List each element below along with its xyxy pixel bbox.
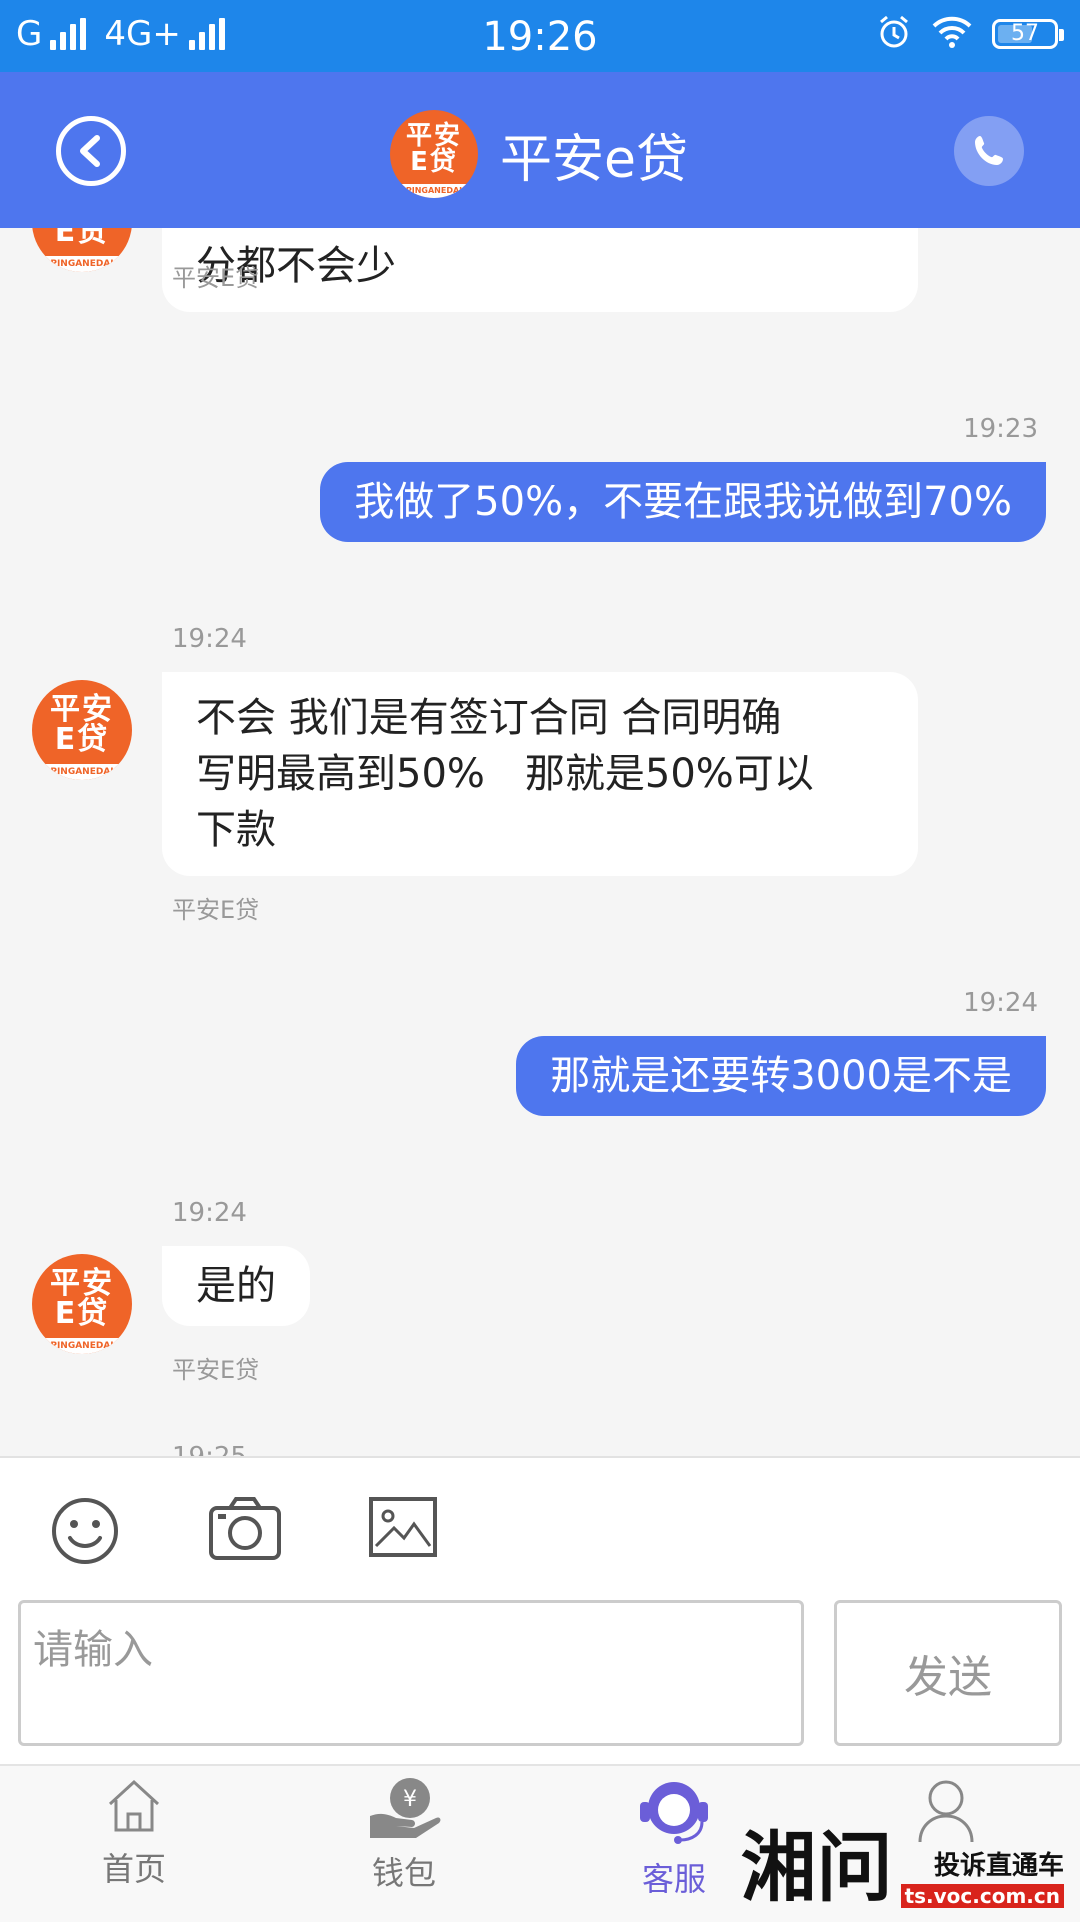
incoming-message-bubble[interactable]: 是的 xyxy=(162,1246,310,1326)
battery-level: 57 xyxy=(1011,21,1039,46)
wifi-icon xyxy=(932,16,972,52)
message-time: 19:23 xyxy=(963,414,1038,444)
back-button[interactable] xyxy=(56,116,126,186)
sender-name: 平安E贷 xyxy=(172,896,260,924)
outgoing-message-bubble[interactable]: 我做了50%，不要在跟我说做到70% xyxy=(320,462,1046,542)
chat-messages[interactable]: 平安 E贷 PINGANEDAI 分都不会少 平安E贷 19:23 我做了50%… xyxy=(0,228,1080,1456)
message-time: 19:24 xyxy=(172,1198,247,1228)
sender-name: 平安E贷 xyxy=(172,264,260,292)
tab-label: 首页 xyxy=(101,1850,166,1888)
sender-name: 平安E贷 xyxy=(172,1356,260,1384)
tab-home[interactable]: 首页 xyxy=(54,1776,214,1890)
chat-header: 平安 E贷 PINGANEDAI 平安e贷 xyxy=(0,72,1080,228)
battery-icon: 57 xyxy=(992,19,1064,49)
page-title: 平安e贷 xyxy=(500,129,688,190)
customer-service-icon xyxy=(640,1782,708,1844)
ping-an-logo: 平安 E贷 PINGANEDAI xyxy=(32,680,132,780)
ping-an-logo: 平安 E贷 PINGANEDAI xyxy=(32,1254,132,1354)
incoming-message-bubble[interactable]: 分都不会少 xyxy=(162,228,918,312)
bottom-tab-bar: 首页 ¥ 钱包 客服 湘问 投诉直通车 ts.voc.com.cn xyxy=(0,1764,1080,1922)
ping-an-logo: 平安 E贷 PINGANEDAI xyxy=(390,110,478,198)
agent-avatar: 平安 E贷 PINGANEDAI xyxy=(32,228,132,272)
agent-avatar: 平安 E贷 PINGANEDAI xyxy=(32,1254,132,1354)
tab-label: 客服 xyxy=(641,1860,706,1898)
header-title-group: 平安 E贷 PINGANEDAI 平安e贷 xyxy=(390,110,688,198)
watermark: 湘问 投诉直通车 ts.voc.com.cn xyxy=(741,1828,1064,1908)
image-icon[interactable] xyxy=(368,1496,438,1562)
tab-customer-service[interactable]: 客服 xyxy=(594,1776,754,1900)
chevron-left-icon xyxy=(80,135,100,167)
message-input[interactable] xyxy=(21,1603,801,1743)
agent-avatar: 平安 E贷 PINGANEDAI xyxy=(32,680,132,780)
emoji-icon[interactable] xyxy=(50,1496,120,1570)
tab-label: 钱包 xyxy=(371,1854,436,1892)
message-input-box[interactable] xyxy=(18,1600,804,1746)
call-button[interactable] xyxy=(954,116,1024,186)
incoming-message-bubble[interactable]: 不会 我们是有签订合同 合同明确 写明最高到50% 那就是50%可以 下款 xyxy=(162,672,918,876)
watermark-logo: 湘问 xyxy=(740,1823,893,1912)
message-time: 19:24 xyxy=(963,988,1038,1018)
alarm-icon xyxy=(876,14,912,54)
message-composer: 发送 xyxy=(0,1456,1080,1766)
tab-wallet[interactable]: ¥ 钱包 xyxy=(324,1776,484,1894)
camera-icon[interactable] xyxy=(208,1496,282,1566)
svg-text:¥: ¥ xyxy=(403,1787,417,1812)
watermark-line2: ts.voc.com.cn xyxy=(900,1884,1064,1908)
ping-an-logo: 平安 E贷 PINGANEDAI xyxy=(32,228,132,272)
message-time: 19:24 xyxy=(172,624,247,654)
home-icon xyxy=(108,1779,160,1832)
watermark-line1: 投诉直通车 xyxy=(933,1851,1064,1881)
wallet-icon: ¥ xyxy=(370,1778,441,1838)
send-button[interactable]: 发送 xyxy=(834,1600,1062,1746)
phone-icon xyxy=(975,136,1003,165)
message-time: 19:25 xyxy=(172,1442,247,1456)
outgoing-message-bubble[interactable]: 那就是还要转3000是不是 xyxy=(516,1036,1046,1116)
status-bar: G 4G+ 19:26 57 xyxy=(0,0,1080,72)
